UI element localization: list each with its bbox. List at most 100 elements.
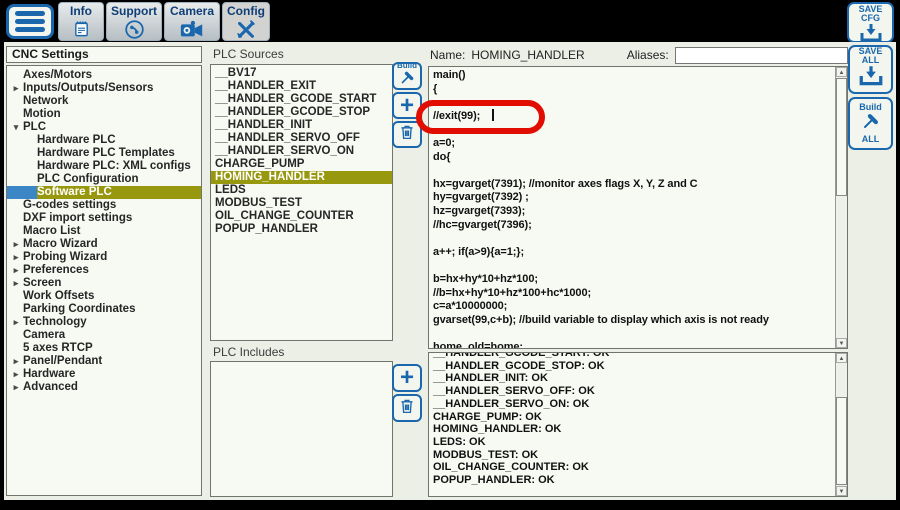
plc-source-item[interactable]: LEDS bbox=[211, 184, 392, 197]
sidebar-item-axes-motors[interactable]: Axes/Motors bbox=[7, 69, 201, 82]
sidebar-item-label: Axes/Motors bbox=[23, 69, 92, 82]
chevron-right-icon[interactable]: ▸ bbox=[9, 264, 23, 277]
plc-sources-label: PLC Sources bbox=[213, 47, 284, 61]
chevron-right-icon[interactable]: ▸ bbox=[9, 381, 23, 394]
chevron-right-icon[interactable]: ▸ bbox=[9, 316, 23, 329]
sidebar-item-label: Parking Coordinates bbox=[23, 303, 135, 316]
delete-source-button[interactable] bbox=[392, 121, 422, 148]
plc-source-item[interactable]: __BV17 bbox=[211, 67, 392, 80]
editor-scrollbar[interactable]: ▲ ▼ bbox=[835, 67, 847, 348]
plc-source-item[interactable]: __HANDLER_SERVO_OFF bbox=[211, 132, 392, 145]
plc-source-item[interactable]: MODBUS_TEST bbox=[211, 197, 392, 210]
add-source-button[interactable]: + bbox=[392, 92, 422, 119]
plc-includes-label: PLC Includes bbox=[213, 345, 284, 359]
plc-source-item[interactable]: __HANDLER_INIT bbox=[211, 119, 392, 132]
plc-source-item[interactable]: CHARGE_PUMP bbox=[211, 158, 392, 171]
scroll-down-icon[interactable]: ▼ bbox=[836, 486, 847, 496]
tab-config[interactable]: Config bbox=[222, 2, 270, 41]
plus-icon: + bbox=[400, 96, 414, 116]
build-log: __HANDLER_GCODE_START: OK __HANDLER_GCOD… bbox=[428, 352, 848, 497]
sidebar-item-parking-coordinates[interactable]: Parking Coordinates bbox=[7, 303, 201, 316]
sidebar-item-plc[interactable]: ▾PLC bbox=[7, 121, 201, 134]
sidebar-item-label: PLC bbox=[23, 121, 46, 134]
tab-label: Support bbox=[111, 4, 157, 18]
trash-icon bbox=[398, 123, 416, 146]
build-button-label: Build bbox=[397, 62, 417, 70]
plc-source-item[interactable]: HOMING_HANDLER bbox=[211, 171, 392, 184]
scrollbar-thumb[interactable] bbox=[836, 397, 847, 485]
sidebar-item-software-plc[interactable]: Software PLC bbox=[7, 186, 201, 199]
sidebar-item-5-axes-rtcp[interactable]: 5 axes RTCP bbox=[7, 342, 201, 355]
chevron-right-icon[interactable]: ▸ bbox=[9, 277, 23, 290]
tab-label: Config bbox=[227, 4, 265, 18]
scroll-up-icon[interactable]: ▲ bbox=[836, 353, 847, 363]
sidebar-item-hardware-plc-templates[interactable]: Hardware PLC Templates bbox=[7, 147, 201, 160]
plc-includes-list[interactable] bbox=[210, 361, 393, 497]
build-button[interactable]: Build bbox=[392, 62, 422, 90]
sidebar-item-plc-configuration[interactable]: PLC Configuration bbox=[7, 173, 201, 186]
code-editor-content[interactable]: main() { //exit(99); a=0; do{ hx=gvarget… bbox=[429, 67, 834, 348]
sidebar-item-screen[interactable]: ▸Screen bbox=[7, 277, 201, 290]
hammer-icon bbox=[400, 70, 415, 90]
sidebar-item-hardware-plc-xml-configs[interactable]: Hardware PLC: XML configs bbox=[7, 160, 201, 173]
sidebar-item-dxf-import-settings[interactable]: DXF import settings bbox=[7, 212, 201, 225]
config-icon bbox=[235, 18, 257, 40]
sidebar-item-label: Advanced bbox=[23, 381, 78, 394]
sidebar-item-camera[interactable]: Camera bbox=[7, 329, 201, 342]
sidebar-item-work-offsets[interactable]: Work Offsets bbox=[7, 290, 201, 303]
build-all-button[interactable]: Build ALL bbox=[848, 97, 893, 150]
build-all-label: ALL bbox=[862, 135, 880, 144]
sidebar-item-technology[interactable]: ▸Technology bbox=[7, 316, 201, 329]
sidebar-item-hardware[interactable]: ▸Hardware bbox=[7, 368, 201, 381]
source-header: Name: HOMING_HANDLER Aliases: bbox=[430, 46, 848, 64]
sidebar-item-label: G-codes settings bbox=[23, 199, 116, 212]
chevron-right-icon[interactable]: ▸ bbox=[9, 368, 23, 381]
sidebar-item-g-codes-settings[interactable]: G-codes settings bbox=[7, 199, 201, 212]
sidebar-item-panel-pendant[interactable]: ▸Panel/Pendant bbox=[7, 355, 201, 368]
sidebar-item-preferences[interactable]: ▸Preferences bbox=[7, 264, 201, 277]
tab-support[interactable]: Support bbox=[106, 2, 162, 41]
sidebar-item-advanced[interactable]: ▸Advanced bbox=[7, 381, 201, 394]
main-menu-button[interactable] bbox=[6, 4, 54, 39]
sidebar-item-label: Motion bbox=[23, 108, 61, 121]
log-scrollbar[interactable]: ▲ ▼ bbox=[835, 353, 847, 496]
sidebar-item-label: Technology bbox=[23, 316, 87, 329]
chevron-down-icon[interactable]: ▾ bbox=[9, 121, 23, 134]
plc-source-item[interactable]: __HANDLER_SERVO_ON bbox=[211, 145, 392, 158]
sidebar-item-label: Screen bbox=[23, 277, 61, 290]
sidebar-item-label: Macro List bbox=[23, 225, 81, 238]
chevron-right-icon[interactable]: ▸ bbox=[9, 82, 23, 95]
tab-camera[interactable]: Camera bbox=[164, 2, 220, 41]
scrollbar-thumb[interactable] bbox=[836, 78, 847, 196]
plc-source-item[interactable]: POPUP_HANDLER bbox=[211, 223, 392, 236]
save-cfg-button[interactable]: SAVE CFG bbox=[847, 2, 894, 43]
tab-info[interactable]: Info bbox=[58, 2, 104, 41]
save-all-button[interactable]: SAVE ALL bbox=[848, 45, 893, 94]
sidebar-item-label: Software PLC bbox=[37, 186, 112, 199]
plc-source-item[interactable]: OIL_CHANGE_COUNTER bbox=[211, 210, 392, 223]
code-editor[interactable]: main() { //exit(99); a=0; do{ hx=gvarget… bbox=[428, 66, 848, 349]
sidebar-item-hardware-plc[interactable]: Hardware PLC bbox=[7, 134, 201, 147]
sidebar-item-network[interactable]: Network bbox=[7, 95, 201, 108]
build-all-label: Build bbox=[859, 103, 882, 112]
add-include-button[interactable]: + bbox=[392, 364, 422, 392]
sidebar-item-macro-list[interactable]: Macro List bbox=[7, 225, 201, 238]
scroll-up-icon[interactable]: ▲ bbox=[836, 67, 847, 77]
delete-include-button[interactable] bbox=[392, 394, 422, 422]
plus-icon: + bbox=[400, 368, 414, 388]
plc-source-item[interactable]: __HANDLER_EXIT bbox=[211, 80, 392, 93]
chevron-right-icon[interactable]: ▸ bbox=[9, 251, 23, 264]
plc-source-item[interactable]: __HANDLER_GCODE_STOP bbox=[211, 106, 392, 119]
scroll-down-icon[interactable]: ▼ bbox=[836, 338, 847, 348]
hammer-icon bbox=[861, 112, 881, 135]
plc-source-item[interactable]: __HANDLER_GCODE_START bbox=[211, 93, 392, 106]
sidebar-item-label: Inputs/Outputs/Sensors bbox=[23, 82, 153, 95]
sidebar-item-motion[interactable]: Motion bbox=[7, 108, 201, 121]
name-label: Name: bbox=[430, 48, 465, 62]
sidebar-item-inputs-outputs-sensors[interactable]: ▸Inputs/Outputs/Sensors bbox=[7, 82, 201, 95]
aliases-input[interactable] bbox=[675, 47, 848, 64]
sidebar-item-macro-wizard[interactable]: ▸Macro Wizard bbox=[7, 238, 201, 251]
chevron-right-icon[interactable]: ▸ bbox=[9, 238, 23, 251]
sidebar-item-probing-wizard[interactable]: ▸Probing Wizard bbox=[7, 251, 201, 264]
chevron-right-icon[interactable]: ▸ bbox=[9, 355, 23, 368]
